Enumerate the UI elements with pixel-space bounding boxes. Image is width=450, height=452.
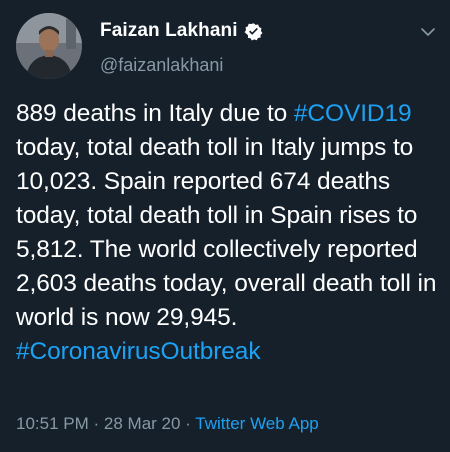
meta-separator: · [93, 414, 100, 433]
tweet-metadata: 10:51 PM · 28 Mar 20 · Twitter Web App [16, 414, 319, 434]
user-handle[interactable]: @faizanlakhani [100, 55, 223, 76]
tweet-text-segment: 889 deaths in Italy due to [16, 100, 294, 127]
tweet-text: 889 deaths in Italy due to #COVID19 toda… [16, 97, 441, 369]
tweet-card: Faizan Lakhani @faizanlakhani 889 deaths… [0, 0, 450, 452]
hashtag-coronavirusoutbreak[interactable]: #CoronavirusOutbreak [16, 338, 261, 365]
chevron-down-icon[interactable] [420, 24, 436, 40]
display-name[interactable]: Faizan Lakhani [100, 20, 238, 42]
tweet-time[interactable]: 10:51 PM [16, 414, 89, 433]
avatar[interactable] [16, 13, 82, 79]
verified-icon [244, 22, 263, 40]
meta-separator: · [185, 414, 191, 433]
tweet-text-segment: today, total death toll in Italy jumps t… [16, 134, 437, 331]
tweet-date[interactable]: 28 Mar 20 [104, 414, 181, 433]
hashtag-covid19[interactable]: #COVID19 [294, 100, 412, 127]
avatar-photo [16, 13, 82, 79]
name-row: Faizan Lakhani [100, 20, 263, 42]
tweet-source[interactable]: Twitter Web App [195, 414, 318, 433]
